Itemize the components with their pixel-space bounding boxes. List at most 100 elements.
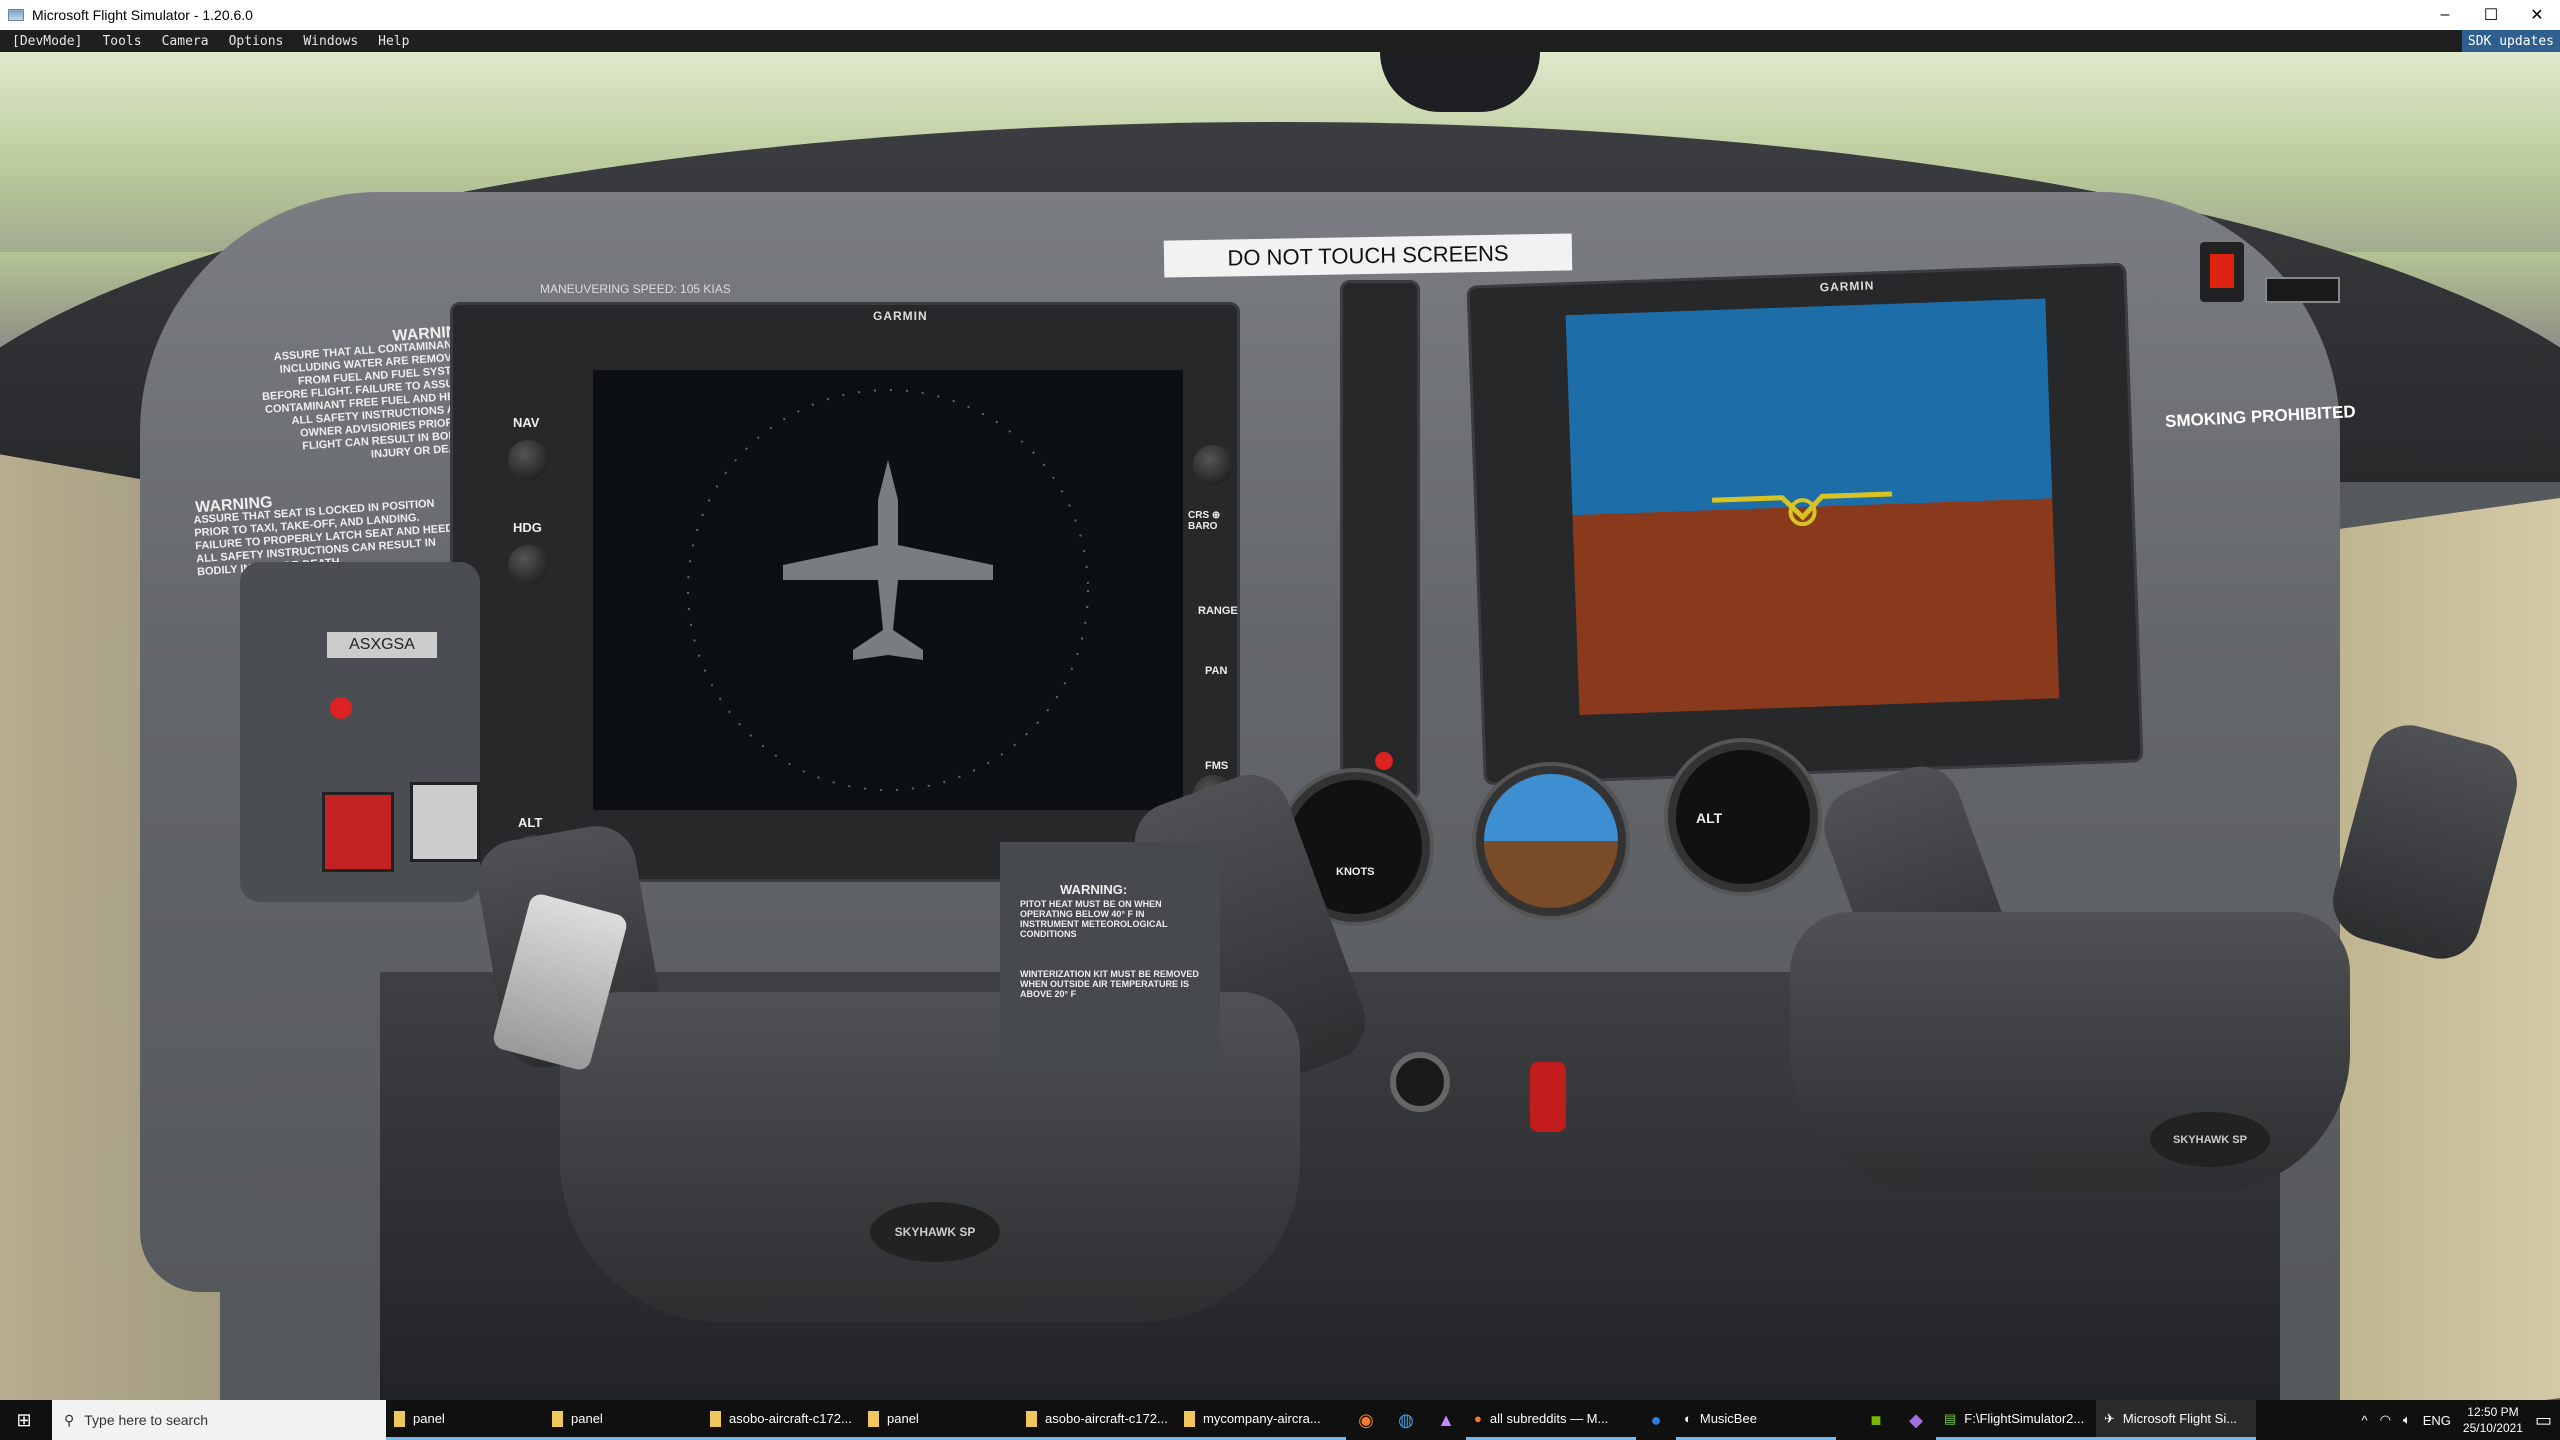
taskbar-item-msfs[interactable]: ✈ Microsoft Flight Si... — [2096, 1400, 2256, 1440]
switch-panel: ASXGSA — [240, 562, 480, 902]
language-indicator[interactable]: ENG — [2423, 1413, 2451, 1428]
maneuvering-speed-placard: MANEUVERING SPEED: 105 KIAS — [540, 282, 731, 296]
visual-studio-icon[interactable]: ◆ — [1896, 1400, 1936, 1440]
mfd-display-unit: GARMIN — [1466, 262, 2144, 786]
taskbar-item-asobo[interactable]: asobo-aircraft-c172... — [702, 1400, 860, 1440]
folder-icon — [1184, 1410, 1195, 1427]
close-button[interactable]: ✕ — [2514, 0, 2560, 30]
hobbs-meter — [2265, 277, 2340, 303]
warning-title: WARNING: — [1060, 882, 1128, 897]
wifi-icon[interactable]: ◠ — [2380, 1412, 2391, 1428]
volume-icon[interactable]: 🔈︎ — [2403, 1412, 2411, 1428]
firefox-icon: ● — [1474, 1411, 1482, 1426]
cockpit-view[interactable]: DO NOT TOUCH SCREENS MANEUVERING SPEED: … — [0, 52, 2560, 1400]
search-box[interactable]: ⚲ Type here to search — [52, 1400, 386, 1440]
audio-panel[interactable] — [1340, 280, 1420, 800]
msfs-icon: ✈ — [2104, 1410, 2115, 1426]
hdg-knob[interactable] — [508, 545, 548, 585]
notification-icon[interactable]: ▭ — [2535, 1410, 2552, 1431]
fms-label: FMS — [1205, 760, 1229, 772]
taskbar-label: panel — [571, 1411, 603, 1426]
windows-start-icon[interactable]: ⊞ — [0, 1400, 48, 1440]
musicbee-icon: ◐ — [1684, 1411, 1692, 1426]
fuel-warning-placard: WARNING ASSURE THAT ALL CONTAMINANTS INC… — [260, 323, 474, 462]
taskbar-item-musicbee[interactable]: ◐ MusicBee — [1676, 1400, 1836, 1440]
minimize-button[interactable]: – — [2422, 0, 2468, 30]
winterization-text: WINTERIZATION KIT MUST BE REMOVED WHEN O… — [1020, 969, 1199, 999]
taskbar-item-firefox[interactable]: ● all subreddits — M... — [1466, 1400, 1636, 1440]
affinity-icon[interactable]: ▲ — [1426, 1400, 1466, 1440]
folder-icon — [868, 1410, 879, 1427]
avionics-switch[interactable] — [410, 782, 480, 862]
skyhawk-logo: SKYHAWK SP — [2150, 1112, 2270, 1167]
throttle[interactable] — [1390, 1052, 1450, 1112]
search-icon: ⚲ — [64, 1411, 75, 1428]
menu-bar: [DevMode] Tools Camera Options Windows H… — [0, 30, 2560, 52]
garmin-logo: GARMIN — [873, 309, 928, 323]
taskbar-item-panel[interactable]: panel — [386, 1400, 544, 1440]
elt-switch[interactable] — [2200, 242, 2244, 302]
menu-help[interactable]: Help — [378, 34, 409, 49]
garmin-logo: GARMIN — [1819, 278, 1875, 295]
taskbar-label: panel — [887, 1411, 919, 1426]
mixture-control[interactable] — [1530, 1062, 1566, 1132]
com-knob[interactable] — [1193, 445, 1233, 485]
master-switch[interactable] — [322, 792, 394, 872]
skyhawk-logo: SKYHAWK SP — [870, 1202, 1000, 1262]
taskbar-item-panel[interactable]: panel — [544, 1400, 702, 1440]
display-backup-button[interactable] — [1375, 752, 1393, 770]
date: 25/10/2021 — [2462, 1421, 2523, 1435]
warning-text: ASSURE THAT ALL CONTAMINANTS INCLUDING W… — [261, 337, 474, 461]
notepad-icon: ▤ — [1944, 1410, 1957, 1426]
taskbar-label: asobo-aircraft-c172... — [1045, 1411, 1168, 1426]
attitude-indicator — [1476, 766, 1626, 916]
menu-devmode[interactable]: [DevMode] — [12, 34, 82, 49]
taskbar-label: MusicBee — [1699, 1411, 1757, 1426]
clock[interactable]: 12:50 PM 25/10/2021 — [2463, 1404, 2523, 1436]
time: 12:50 PM — [2467, 1405, 2519, 1419]
blender-icon[interactable]: ◉ — [1346, 1400, 1386, 1440]
sdk-updates-button[interactable]: SDK updates — [2461, 30, 2560, 52]
mfd-screen[interactable] — [1565, 298, 2060, 715]
folder-icon — [710, 1410, 721, 1427]
app-icon[interactable]: ◍ — [1386, 1400, 1426, 1440]
taskbar-item-notepad[interactable]: ▤ F:\FlightSimulator2... — [1936, 1400, 2096, 1440]
placard-do-not-touch: DO NOT TOUCH SCREENS — [1163, 233, 1573, 278]
chevron-up-icon[interactable]: ^ — [2361, 1413, 2367, 1428]
taskbar-label: panel — [413, 1411, 445, 1426]
taskbar-label: Microsoft Flight Si... — [2122, 1411, 2238, 1426]
window-title: Microsoft Flight Simulator - 1.20.6.0 — [32, 7, 253, 23]
folder-icon — [552, 1410, 563, 1427]
altimeter: ALT — [1668, 742, 1818, 892]
pfd-display-unit: GARMIN NAV HDG ALT CRS ⊕ BARO RANGE PAN … — [450, 302, 1240, 882]
taskbar-label: F:\FlightSimulator2... — [1964, 1411, 2085, 1426]
menu-tools[interactable]: Tools — [102, 34, 141, 49]
menu-windows[interactable]: Windows — [303, 34, 358, 49]
stby-batt-switch[interactable] — [330, 697, 352, 719]
nvidia-icon[interactable]: ■ — [1856, 1400, 1896, 1440]
search-placeholder: Type here to search — [84, 1412, 209, 1428]
right-yoke[interactable]: SKYHAWK SP — [1790, 912, 2350, 1192]
pitot-warning-placard: WARNING: PITOT HEAT MUST BE ON WHEN OPER… — [1000, 842, 1220, 1072]
taskbar-item-panel[interactable]: panel — [860, 1400, 1018, 1440]
folder-icon — [394, 1410, 405, 1427]
range-label: RANGE — [1198, 605, 1238, 617]
nav-knob[interactable] — [508, 440, 548, 480]
menu-camera[interactable]: Camera — [162, 34, 209, 49]
menu-options[interactable]: Options — [229, 34, 284, 49]
seat-warning-placard: WARNING ASSURE THAT SEAT IS LOCKED IN PO… — [193, 492, 465, 578]
taskbar-label: all subreddits — M... — [1489, 1411, 1609, 1426]
pan-label: PAN — [1205, 665, 1228, 677]
warning-text: PITOT HEAT MUST BE ON WHEN OPERATING BEL… — [1020, 899, 1168, 939]
maximize-button[interactable]: ☐ — [2468, 0, 2514, 30]
title-bar: Microsoft Flight Simulator - 1.20.6.0 – … — [0, 0, 2560, 30]
taskbar-label: mycompany-aircra... — [1203, 1411, 1321, 1426]
tail-number-placard: ASXGSA — [327, 632, 437, 658]
taskbar-label: asobo-aircraft-c172... — [729, 1411, 852, 1426]
pfd-screen[interactable] — [593, 370, 1183, 810]
taskbar-item-asobo[interactable]: asobo-aircraft-c172... — [1018, 1400, 1176, 1440]
thunderbird-icon[interactable]: ● — [1636, 1400, 1676, 1440]
taskbar-item-mycompany[interactable]: mycompany-aircra... — [1176, 1400, 1346, 1440]
folder-icon — [1026, 1410, 1037, 1427]
hdg-label: HDG — [513, 520, 542, 535]
